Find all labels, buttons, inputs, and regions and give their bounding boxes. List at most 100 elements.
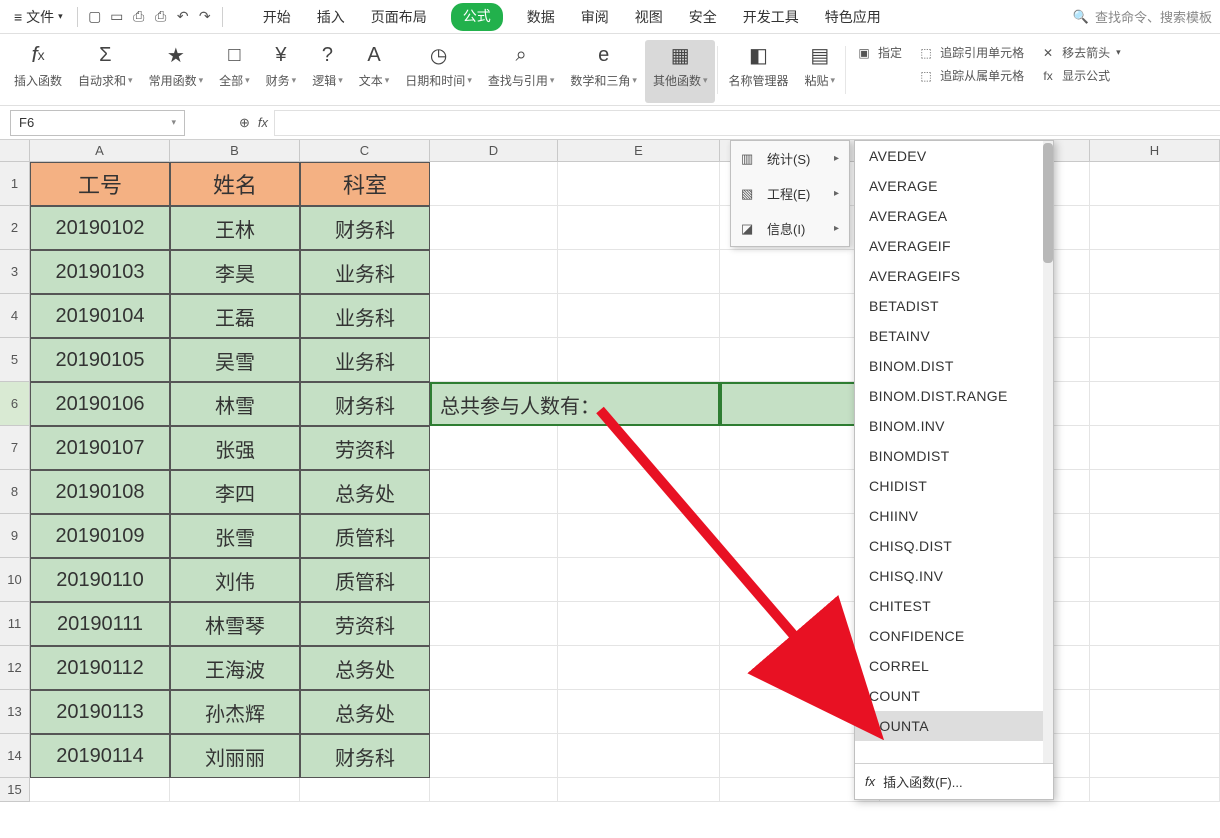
tab-审阅[interactable]: 审阅 [579, 3, 611, 31]
search-box[interactable]: 🔍 查找命令、搜索模板 [1073, 7, 1212, 26]
ribbon-常用函数[interactable]: ★常用函数▾ [141, 40, 212, 103]
zoom-icon[interactable]: ⊕ [239, 115, 250, 131]
cell[interactable]: 20190107 [30, 426, 170, 470]
undo-icon[interactable]: ↶ [174, 8, 192, 26]
cell[interactable]: 质管科 [300, 558, 430, 602]
ribbon-日期和时间[interactable]: ◷日期和时间▾ [397, 40, 480, 103]
ribbon-财务[interactable]: ¥财务▾ [258, 40, 305, 103]
cell[interactable]: 业务科 [300, 250, 430, 294]
cell[interactable] [558, 690, 720, 734]
ribbon-指定[interactable]: ▣指定 [856, 44, 902, 61]
function-AVERAGE[interactable]: AVERAGE [855, 171, 1053, 201]
cell[interactable] [430, 294, 558, 338]
cell[interactable] [430, 602, 558, 646]
row-header[interactable]: 1 [0, 162, 30, 206]
cell[interactable] [430, 426, 558, 470]
cell[interactable]: 李昊 [170, 250, 300, 294]
row-header[interactable]: 13 [0, 690, 30, 734]
ribbon-其他函数[interactable]: ▦其他函数▾ [645, 40, 716, 103]
row-header[interactable]: 3 [0, 250, 30, 294]
cell[interactable] [430, 250, 558, 294]
cell[interactable]: 质管科 [300, 514, 430, 558]
cell[interactable] [558, 162, 720, 206]
cell[interactable] [1090, 294, 1220, 338]
cell[interactable]: 孙杰辉 [170, 690, 300, 734]
function-CHIDIST[interactable]: CHIDIST [855, 471, 1053, 501]
function-CHIINV[interactable]: CHIINV [855, 501, 1053, 531]
function-BINOMDIST[interactable]: BINOMDIST [855, 441, 1053, 471]
cell[interactable] [430, 646, 558, 690]
cell[interactable]: 20190105 [30, 338, 170, 382]
cell[interactable] [1090, 690, 1220, 734]
cell[interactable] [30, 778, 170, 802]
function-BETADIST[interactable]: BETADIST [855, 291, 1053, 321]
cell[interactable]: 总务处 [300, 470, 430, 514]
cell[interactable] [1090, 470, 1220, 514]
formula-input[interactable] [274, 110, 1220, 136]
cell[interactable] [558, 250, 720, 294]
function-AVEDEV[interactable]: AVEDEV [855, 141, 1053, 171]
ribbon-粘贴[interactable]: ▤粘贴▾ [797, 40, 844, 103]
cell[interactable]: 王海波 [170, 646, 300, 690]
cell[interactable]: 财务科 [300, 206, 430, 250]
cell[interactable]: 20190111 [30, 602, 170, 646]
cell[interactable] [558, 294, 720, 338]
cell[interactable] [1090, 250, 1220, 294]
col-header[interactable]: E [558, 140, 720, 161]
cell[interactable]: 20190108 [30, 470, 170, 514]
row-header[interactable]: 8 [0, 470, 30, 514]
cell[interactable]: 总务处 [300, 690, 430, 734]
col-header[interactable]: A [30, 140, 170, 161]
open-icon[interactable]: ▭ [108, 8, 126, 26]
function-CONFIDENCE[interactable]: CONFIDENCE [855, 621, 1053, 651]
cell[interactable] [300, 778, 430, 802]
cell[interactable]: 业务科 [300, 338, 430, 382]
cell[interactable]: 王磊 [170, 294, 300, 338]
ribbon-名称管理器[interactable]: ◧名称管理器 [720, 40, 796, 103]
submenu-工程(E)[interactable]: ▧工程(E)▸ [731, 176, 849, 211]
tab-开始[interactable]: 开始 [261, 3, 293, 31]
tab-公式[interactable]: 公式 [451, 3, 503, 31]
cell[interactable]: 20190102 [30, 206, 170, 250]
cell[interactable]: 20190112 [30, 646, 170, 690]
cell[interactable]: 20190103 [30, 250, 170, 294]
cell[interactable]: 20190110 [30, 558, 170, 602]
cell[interactable] [558, 206, 720, 250]
ribbon-显示公式[interactable]: fx显示公式 [1040, 67, 1121, 84]
cell[interactable]: 财务科 [300, 382, 430, 426]
cell[interactable] [430, 734, 558, 778]
cell[interactable]: 总务处 [300, 646, 430, 690]
scrollbar-thumb[interactable] [1043, 143, 1053, 263]
ribbon-追踪从属单元格[interactable]: ⬚追踪从属单元格 [918, 67, 1024, 84]
cell[interactable] [558, 646, 720, 690]
cell[interactable]: 吴雪 [170, 338, 300, 382]
function-COUNTA[interactable]: COUNTA [855, 711, 1053, 741]
tab-开发工具[interactable]: 开发工具 [741, 3, 801, 31]
ribbon-数学和三角[interactable]: e数学和三角▾ [562, 40, 645, 103]
cell[interactable] [430, 206, 558, 250]
function-BINOM.INV[interactable]: BINOM.INV [855, 411, 1053, 441]
row-header[interactable]: 2 [0, 206, 30, 250]
cell[interactable] [558, 558, 720, 602]
col-header[interactable]: H [1090, 140, 1220, 161]
cell[interactable] [1090, 338, 1220, 382]
cell[interactable] [430, 162, 558, 206]
cell[interactable]: 林雪 [170, 382, 300, 426]
submenu-统计(S)[interactable]: ▥统计(S)▸ [731, 141, 849, 176]
tab-页面布局[interactable]: 页面布局 [369, 3, 429, 31]
function-BINOM.DIST.RANGE[interactable]: BINOM.DIST.RANGE [855, 381, 1053, 411]
function-AVERAGEA[interactable]: AVERAGEA [855, 201, 1053, 231]
save-icon[interactable]: ⎙ [130, 8, 148, 26]
ribbon-插入函数[interactable]: fx插入函数 [6, 40, 70, 103]
cell[interactable] [430, 690, 558, 734]
cell[interactable] [430, 338, 558, 382]
cell[interactable] [558, 734, 720, 778]
cell[interactable] [558, 470, 720, 514]
function-CORREL[interactable]: CORREL [855, 651, 1053, 681]
cell[interactable] [430, 514, 558, 558]
cell[interactable] [430, 470, 558, 514]
function-BETAINV[interactable]: BETAINV [855, 321, 1053, 351]
col-header[interactable]: C [300, 140, 430, 161]
ribbon-查找与引用[interactable]: ⌕查找与引用▾ [480, 40, 563, 103]
function-AVERAGEIF[interactable]: AVERAGEIF [855, 231, 1053, 261]
